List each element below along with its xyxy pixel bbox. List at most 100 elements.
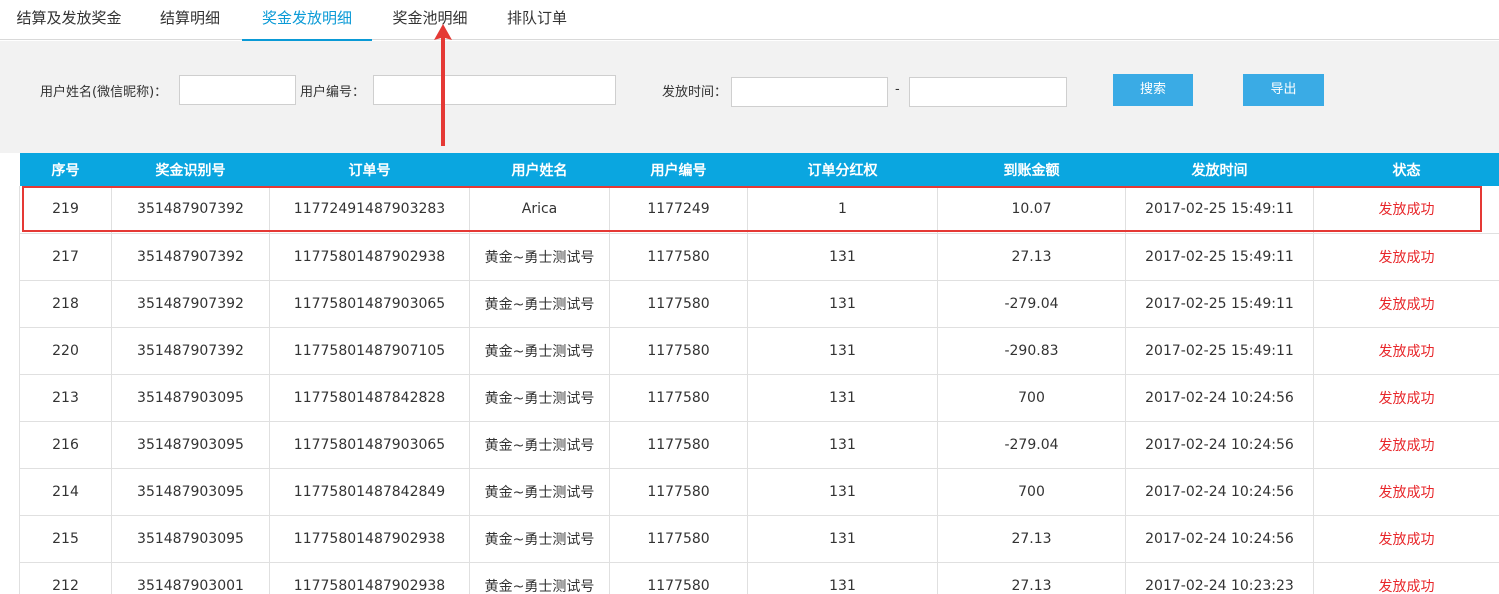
table-cell: 212 [19,561,112,594]
user-id-label: 用户编号： [300,85,366,100]
table-cell: 700 [937,373,1126,422]
table-cell: 11775801487903065 [269,279,470,328]
table-row[interactable]: 215 351487903095 11775801487902938 黄金~勇士测试号… [19,514,1499,563]
user-name-input[interactable] [179,75,296,105]
table-cell: 1177580 [609,326,748,375]
column-header: 奖金识别号 [111,153,270,186]
table-cell: 216 [19,420,112,469]
tab-bonus-pool-detail[interactable]: 奖金池明细 [372,0,488,40]
table-cell: 217 [19,232,112,281]
table-cell: 351487907392 [111,186,270,234]
table-cell: 2017-02-25 15:49:11 [1125,186,1314,234]
table-cell: 1177580 [609,467,748,516]
bonus-issue-table: 序号 奖金识别号 订单号 用户姓名 用户编号 订单分红权 到账金额 发放时间 状态 219 351… [19,153,1499,594]
status-cell: 发放成功 [1313,467,1499,516]
user-id-input[interactable] [373,75,616,105]
table-row[interactable]: 218 351487907392 11775801487903065 黄金~勇士测试号… [19,279,1499,328]
table-cell: 2017-02-24 10:23:23 [1125,561,1314,594]
table-row[interactable]: 213 351487903095 11775801487842828 黄金~勇士测试号… [19,373,1499,422]
column-header: 发放时间 [1125,153,1314,186]
status-cell: 发放成功 [1313,326,1499,375]
red-up-arrow-icon [434,24,452,146]
table-cell: 11775801487903065 [269,420,470,469]
status-cell: 发放成功 [1313,514,1499,563]
table-cell: 131 [747,561,938,594]
column-header: 状态 [1313,153,1499,186]
table-cell: 2017-02-24 10:24:56 [1125,467,1314,516]
issue-time-start-input[interactable] [731,77,888,107]
tab-settle-detail[interactable]: 结算明细 [138,0,242,40]
table-cell: -279.04 [937,279,1126,328]
table-cell: 27.13 [937,514,1126,563]
table-cell: 351487903095 [111,514,270,563]
tab-settle-and-issue[interactable]: 结算及发放奖金 [0,0,138,40]
table-cell: 219 [19,186,112,234]
column-header: 用户姓名 [469,153,610,186]
table-cell: 11775801487842828 [269,373,470,422]
table-cell: -279.04 [937,420,1126,469]
table-cell: 1177580 [609,279,748,328]
table-cell: Arica [469,186,610,234]
status-cell: 发放成功 [1313,561,1499,594]
table-cell: 黄金~勇士测试号 [469,279,610,328]
table-row[interactable]: 217 351487907392 11775801487902938 黄金~勇士测试号… [19,232,1499,281]
table-cell: 1 [747,186,938,234]
issue-time-end-input[interactable] [909,77,1067,107]
table-cell: 2017-02-24 10:24:56 [1125,514,1314,563]
column-header: 到账金额 [937,153,1126,186]
table-cell: 10.07 [937,186,1126,234]
table-row[interactable]: 212 351487903001 11775801487902938 黄金~勇士测试号… [19,561,1499,594]
tab-queue-orders[interactable]: 排队订单 [488,0,586,40]
table-cell: 131 [747,467,938,516]
table-cell: 700 [937,467,1126,516]
status-cell: 发放成功 [1313,279,1499,328]
table-cell: 351487907392 [111,232,270,281]
table-cell: 27.13 [937,232,1126,281]
table-header-row: 序号 奖金识别号 订单号 用户姓名 用户编号 订单分红权 到账金额 发放时间 状态 [19,153,1499,186]
table-row[interactable]: 219 351487907392 11772491487903283 Arica 117… [19,186,1499,234]
table-cell: 1177580 [609,561,748,594]
table-cell: 131 [747,232,938,281]
table-cell: 2017-02-24 10:24:56 [1125,373,1314,422]
table-cell: 黄金~勇士测试号 [469,467,610,516]
export-button[interactable]: 导出 [1243,74,1324,106]
table-cell: 351487903095 [111,420,270,469]
status-cell: 发放成功 [1313,232,1499,281]
table-row[interactable]: 214 351487903095 11775801487842849 黄金~勇士测试号… [19,467,1499,516]
table-cell: 351487907392 [111,326,270,375]
table-cell: 1177580 [609,232,748,281]
search-button[interactable]: 搜索 [1113,74,1193,106]
time-range-separator: - [895,82,900,97]
table-cell: 351487903095 [111,373,270,422]
tab-bonus-issue-detail[interactable]: 奖金发放明细 [242,0,372,41]
column-header: 订单分红权 [747,153,938,186]
table-cell: 11775801487902938 [269,232,470,281]
table-cell: 1177580 [609,420,748,469]
table-cell: 2017-02-25 15:49:11 [1125,232,1314,281]
status-cell: 发放成功 [1313,420,1499,469]
table-cell: 131 [747,420,938,469]
table-cell: -290.83 [937,326,1126,375]
table-cell: 2017-02-24 10:24:56 [1125,420,1314,469]
column-header: 用户编号 [609,153,748,186]
status-cell: 发放成功 [1313,373,1499,422]
table-cell: 131 [747,373,938,422]
column-header: 序号 [19,153,112,186]
table-cell: 218 [19,279,112,328]
issue-time-label: 发放时间： [662,85,728,100]
table-cell: 131 [747,514,938,563]
table-cell: 131 [747,279,938,328]
table-cell: 黄金~勇士测试号 [469,561,610,594]
table-cell: 1177249 [609,186,748,234]
table-cell: 黄金~勇士测试号 [469,420,610,469]
table-cell: 351487903001 [111,561,270,594]
table-cell: 220 [19,326,112,375]
table-cell: 213 [19,373,112,422]
table-cell: 351487907392 [111,279,270,328]
table-cell: 2017-02-25 15:49:11 [1125,326,1314,375]
table-cell: 11772491487903283 [269,186,470,234]
table-row[interactable]: 216 351487903095 11775801487903065 黄金~勇士测试号… [19,420,1499,469]
table-cell: 1177580 [609,373,748,422]
table-row[interactable]: 220 351487907392 11775801487907105 黄金~勇士测试号… [19,326,1499,375]
table-cell: 黄金~勇士测试号 [469,514,610,563]
